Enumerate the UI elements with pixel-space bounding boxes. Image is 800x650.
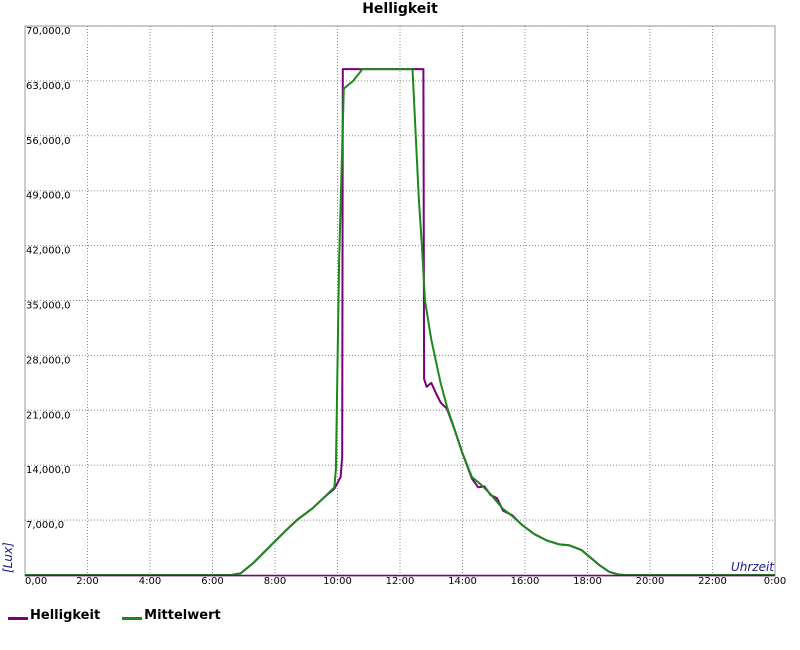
x-tick-label: 20:00 [636,576,665,587]
y-tick-label: 42,000,0 [26,246,71,257]
x-axis-ticks: 0,00 2:00 4:00 6:00 8:00 10:00 12:00 14:00 16:00… [25,576,786,587]
x-tick-label: 22:00 [698,576,727,587]
x-tick-label: 10:00 [323,576,352,587]
x-axis-label: Uhrzeit [731,560,775,574]
y-tick-label: 7,000,0 [26,520,64,531]
legend-swatch-helligkeit [8,617,28,620]
x-tick-label: 14:00 [448,576,477,587]
y-axis-label: [Lux] [1,542,15,573]
x-tick-label: 0:00 [764,576,786,587]
x-tick-label: 16:00 [511,576,540,587]
x-tick-label: 2:00 [76,576,98,587]
legend-item-helligkeit: Helligkeit [8,608,100,623]
y-tick-label: 28,000,0 [26,355,71,366]
series-line-mittelwert [25,68,775,576]
x-tick-label: 0,00 [25,576,47,587]
y-tick-label: 14,000,0 [26,465,71,476]
y-tick-label: 21,000,0 [26,410,71,421]
legend-item-mittelwert: Mittelwert [122,608,221,623]
y-tick-label: 56,000,0 [26,136,71,147]
legend: Helligkeit Mittelwert [8,608,221,623]
y-tick-label: 70,000,0 [26,26,71,37]
legend-swatch-mittelwert [122,617,143,620]
y-tick-label: 49,000,0 [26,191,71,202]
x-tick-label: 12:00 [386,576,415,587]
chart: Helligkeit 7,000,0 14,000,0 21,000,0 28,000… [1,1,786,587]
series-line-helligkeit [25,68,775,576]
x-tick-label: 6:00 [201,576,223,587]
legend-label-mittelwert: Mittelwert [144,608,221,623]
x-tick-label: 4:00 [139,576,161,587]
series-layer [25,68,775,576]
y-tick-label: 63,000,0 [26,81,71,92]
chart-title: Helligkeit [362,1,438,17]
y-axis-ticks: 7,000,0 14,000,0 21,000,0 28,000,0 35,000,0 4… [26,26,71,531]
x-tick-label: 18:00 [573,576,602,587]
legend-label-helligkeit: Helligkeit [30,608,101,623]
x-tick-label: 8:00 [264,576,286,587]
grid-lines [25,25,775,575]
y-tick-label: 35,000,0 [26,301,71,312]
